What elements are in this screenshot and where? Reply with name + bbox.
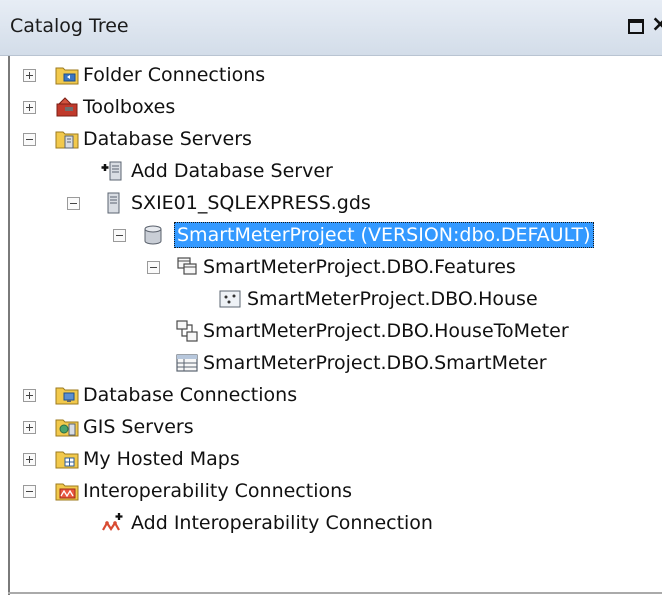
tree-label[interactable]: GIS Servers: [83, 414, 194, 440]
expand-icon[interactable]: [23, 389, 36, 402]
expand-icon[interactable]: [23, 421, 36, 434]
panel-title: Catalog Tree: [10, 15, 129, 37]
tree-label[interactable]: Folder Connections: [83, 62, 265, 88]
tree-node-house-to-meter[interactable]: SmartMeterProject.DBO.HouseToMeter: [10, 316, 650, 346]
tree-node-add-interoperability-connection[interactable]: Add Interoperability Connection: [10, 508, 650, 538]
catalog-tree: Folder Connections Toolboxes Database Se…: [8, 56, 662, 595]
collapse-icon[interactable]: [67, 197, 80, 210]
tree-node-add-database-server[interactable]: Add Database Server: [10, 156, 650, 186]
collapse-icon[interactable]: [147, 261, 160, 274]
tree-node-database-connections[interactable]: Database Connections: [10, 380, 650, 410]
database-server-icon: [107, 192, 120, 214]
database-servers-folder-icon: [55, 131, 79, 149]
tree-label[interactable]: SmartMeterProject.DBO.HouseToMeter: [203, 318, 569, 344]
tree-node-smart-meter-project[interactable]: SmartMeterProject (VERSION:dbo.DEFAULT): [10, 220, 650, 250]
tree-label[interactable]: Database Servers: [83, 126, 252, 152]
tree-node-folder-connections[interactable]: Folder Connections: [10, 60, 650, 90]
tree-label[interactable]: Database Connections: [83, 382, 297, 408]
tree-node-house[interactable]: SmartMeterProject.DBO.House: [10, 284, 650, 314]
interoperability-folder-icon: [55, 483, 79, 501]
tree-label[interactable]: Add Database Server: [131, 158, 333, 184]
close-icon[interactable]: ×: [651, 12, 662, 38]
feature-dataset-icon: [177, 257, 197, 275]
panel-bottom-border: [8, 592, 662, 594]
tree-label[interactable]: Add Interoperability Connection: [131, 510, 433, 536]
collapse-icon[interactable]: [23, 485, 36, 498]
tree-node-gis-servers[interactable]: GIS Servers: [10, 412, 650, 442]
tree-node-server-gds[interactable]: SXIE01_SQLEXPRESS.gds: [10, 188, 650, 218]
add-interoperability-connection-icon: [102, 513, 123, 531]
toolbox-icon: [56, 97, 78, 117]
collapse-icon[interactable]: [23, 133, 36, 146]
maximize-icon[interactable]: [628, 19, 644, 34]
point-feature-class-icon: [219, 290, 241, 308]
tree-label[interactable]: SXIE01_SQLEXPRESS.gds: [131, 190, 371, 216]
expand-icon[interactable]: [23, 453, 36, 466]
tree-label[interactable]: SmartMeterProject.DBO.Features: [203, 254, 516, 280]
title-bar: Catalog Tree ×: [0, 0, 662, 56]
tree-label[interactable]: Toolboxes: [83, 94, 175, 120]
tree-node-database-servers[interactable]: Database Servers: [10, 124, 650, 154]
tree-label[interactable]: SmartMeterProject.DBO.House: [247, 286, 538, 312]
tree-label[interactable]: My Hosted Maps: [83, 446, 240, 472]
folder-connections-icon: [55, 67, 79, 85]
hosted-maps-icon: [55, 451, 79, 469]
geodatabase-icon: [144, 225, 162, 245]
gis-servers-icon: [55, 419, 79, 437]
tree-label[interactable]: SmartMeterProject.DBO.SmartMeter: [203, 350, 547, 376]
relationship-class-icon: [176, 320, 198, 342]
expand-icon[interactable]: [23, 101, 36, 114]
catalog-tree-panel: Catalog Tree × Folder Connections Toolbo…: [0, 0, 662, 595]
add-database-server-icon: [101, 161, 122, 181]
tree-node-features-dataset[interactable]: SmartMeterProject.DBO.Features: [10, 252, 650, 282]
tree-node-smart-meter-table[interactable]: SmartMeterProject.DBO.SmartMeter: [10, 348, 650, 378]
expand-icon[interactable]: [23, 69, 36, 82]
table-icon: [176, 354, 198, 372]
tree-label[interactable]: Interoperability Connections: [83, 478, 352, 504]
database-connections-icon: [55, 387, 79, 405]
tree-node-my-hosted-maps[interactable]: My Hosted Maps: [10, 444, 650, 474]
tree-node-toolboxes[interactable]: Toolboxes: [10, 92, 650, 122]
tree-label-selected[interactable]: SmartMeterProject (VERSION:dbo.DEFAULT): [174, 222, 594, 248]
collapse-icon[interactable]: [113, 229, 126, 242]
tree-node-interoperability-connections[interactable]: Interoperability Connections: [10, 476, 650, 506]
